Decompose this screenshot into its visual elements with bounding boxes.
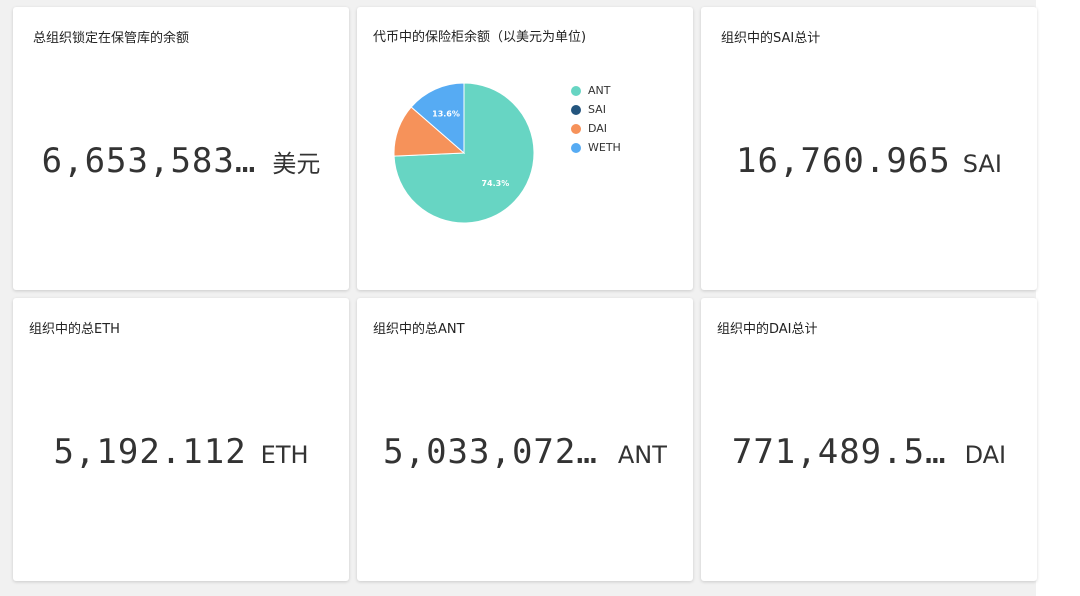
pie-label-ant: 74.3%: [481, 179, 509, 188]
metric-unit: 美元: [272, 150, 321, 178]
metric: 6,653,583… 美元: [13, 141, 349, 181]
metric-unit: ANT: [617, 441, 667, 469]
chart-legend: ANT SAI DAI WETH: [571, 81, 621, 157]
metric-value: 5,192.112: [53, 432, 247, 472]
page-right-edge: [1036, 0, 1080, 596]
metric-unit: ETH: [260, 441, 309, 469]
card-eth-total: 组织中的总ETH 5,192.112 ETH: [13, 298, 349, 581]
metric: 5,033,072… ANT: [357, 432, 693, 472]
metric-value: 771,489.5…: [731, 432, 947, 472]
legend-swatch: [571, 85, 581, 96]
legend-swatch: [571, 104, 581, 115]
pie-chart: 74.3% 13.6%: [393, 82, 535, 224]
card-total-locked: 总组织锁定在保管库的余额 6,653,583… 美元: [13, 7, 349, 290]
legend-label: DAI: [588, 122, 608, 135]
metric-unit: DAI: [964, 441, 1007, 469]
metric: 16,760.965 SAI: [701, 141, 1037, 181]
legend-label: ANT: [588, 84, 611, 97]
card-vault-balance-chart: 代币中的保险柜余额（以美元为单位) 74.3% 13.6% ANT SAI DAI WE…: [357, 7, 693, 290]
legend-swatch: [571, 142, 581, 153]
legend-item-ant[interactable]: ANT: [571, 81, 621, 100]
card-title: 组织中的总ANT: [373, 322, 465, 337]
legend-swatch: [571, 123, 581, 134]
legend-item-weth[interactable]: WETH: [571, 138, 621, 157]
metric-value: 16,760.965: [736, 141, 951, 181]
pie-label-weth: 13.6%: [432, 110, 460, 119]
metric: 5,192.112 ETH: [13, 432, 349, 472]
legend-label: SAI: [588, 103, 606, 116]
card-dai-total: 组织中的DAI总计 771,489.5… DAI: [701, 298, 1037, 581]
legend-item-dai[interactable]: DAI: [571, 119, 621, 138]
card-title: 组织中的SAI总计: [721, 31, 821, 46]
legend-label: WETH: [588, 141, 621, 154]
legend-item-sai[interactable]: SAI: [571, 100, 621, 119]
card-sai-total: 组织中的SAI总计 16,760.965 SAI: [701, 7, 1037, 290]
card-title: 组织中的总ETH: [29, 322, 120, 337]
card-title: 组织中的DAI总计: [717, 322, 818, 337]
card-title: 总组织锁定在保管库的余额: [33, 31, 190, 46]
metric-unit: SAI: [962, 150, 1002, 178]
card-ant-total: 组织中的总ANT 5,033,072… ANT: [357, 298, 693, 581]
metric: 771,489.5… DAI: [701, 432, 1037, 472]
metric-value: 6,653,583…: [41, 141, 257, 181]
metric-value: 5,033,072…: [383, 432, 598, 472]
